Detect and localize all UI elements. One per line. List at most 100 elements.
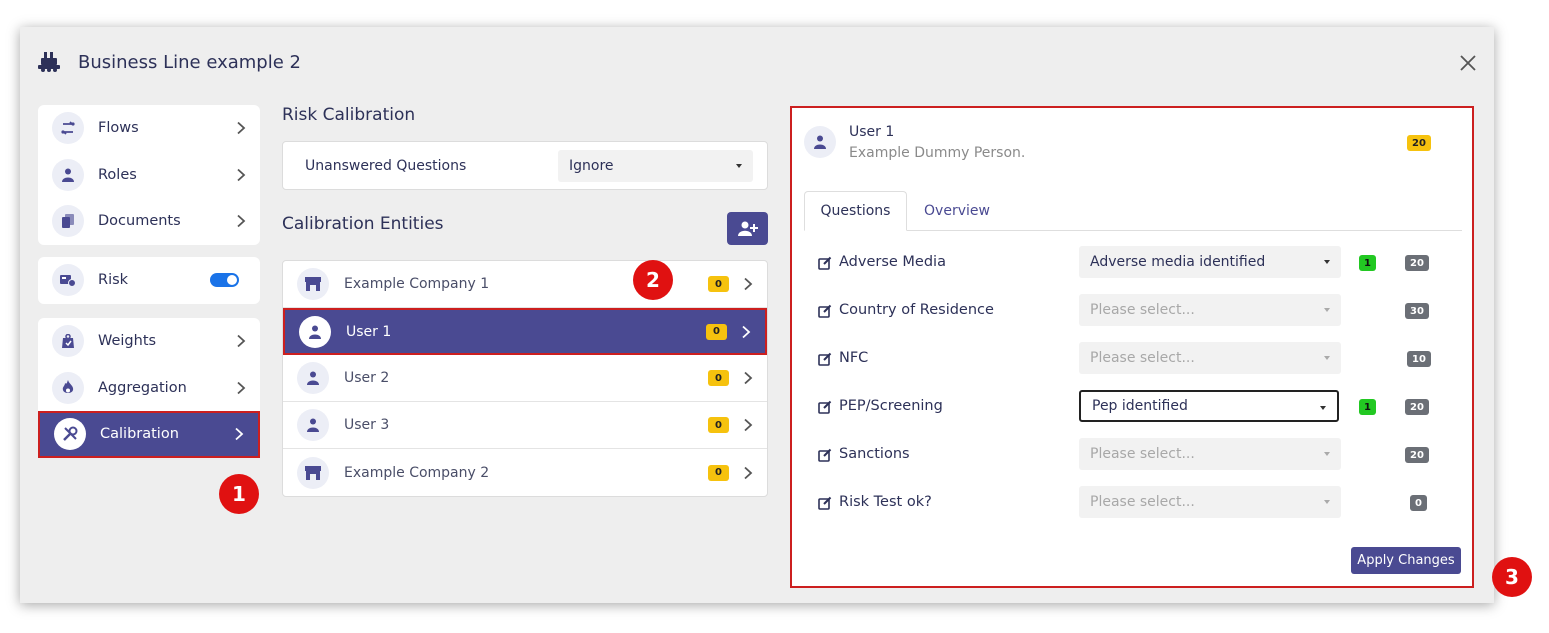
entity-row-user-1[interactable]: User 1 0 bbox=[283, 308, 767, 355]
question-answer-select[interactable]: Please select... bbox=[1079, 486, 1341, 518]
nav-label-calibration: Calibration bbox=[100, 426, 179, 443]
entity-name: Example Company 1 bbox=[344, 276, 490, 292]
edit-icon[interactable] bbox=[818, 400, 832, 414]
chevron-right-icon bbox=[744, 418, 753, 432]
nav-item-flows[interactable]: Flows bbox=[38, 105, 260, 152]
risk-toggle[interactable] bbox=[210, 273, 239, 288]
question-row-risk-test: Risk Test ok? Please select... 0 bbox=[818, 485, 1458, 521]
chevron-right-icon bbox=[744, 277, 753, 291]
chevron-right-icon bbox=[237, 335, 246, 348]
question-answer-placeholder: Please select... bbox=[1090, 350, 1195, 366]
nav-item-roles[interactable]: Roles bbox=[38, 152, 260, 199]
question-row-nfc: NFC Please select... 10 bbox=[818, 341, 1458, 377]
user-icon bbox=[299, 315, 331, 348]
nav-item-weights[interactable]: Weights bbox=[38, 318, 260, 365]
edit-icon[interactable] bbox=[818, 352, 832, 366]
entity-score-badge: 0 bbox=[708, 276, 729, 292]
question-answer-select[interactable]: Please select... bbox=[1079, 294, 1341, 326]
user-icon bbox=[297, 362, 329, 394]
entity-detail-name: User 1 bbox=[849, 124, 895, 140]
question-label: Adverse Media bbox=[839, 254, 946, 270]
question-answer-placeholder: Please select... bbox=[1090, 446, 1195, 462]
nav-label-weights: Weights bbox=[98, 333, 157, 350]
calibration-icon bbox=[54, 418, 86, 451]
question-label: NFC bbox=[839, 350, 869, 366]
question-points-badge: 20 bbox=[1405, 399, 1429, 415]
caret-down-icon bbox=[1324, 356, 1330, 360]
edit-icon[interactable] bbox=[818, 304, 832, 318]
question-points-badge: 0 bbox=[1410, 495, 1427, 511]
caret-down-icon bbox=[1320, 406, 1326, 410]
chevron-right-icon bbox=[237, 168, 246, 181]
user-icon bbox=[804, 126, 836, 158]
question-answer-select[interactable]: Please select... bbox=[1079, 342, 1341, 374]
entity-name: Example Company 2 bbox=[344, 464, 490, 481]
flows-icon bbox=[52, 112, 84, 145]
entity-name: User 2 bbox=[344, 370, 390, 386]
business-line-icon bbox=[38, 51, 60, 73]
caret-down-icon bbox=[1324, 260, 1330, 264]
weights-icon bbox=[52, 325, 84, 358]
question-answer-value: Adverse media identified bbox=[1090, 254, 1266, 270]
risk-icon bbox=[52, 264, 84, 297]
entity-row-example-company-2[interactable]: Example Company 2 0 bbox=[283, 449, 767, 496]
add-entity-button[interactable] bbox=[727, 212, 768, 245]
question-points-badge: 20 bbox=[1405, 255, 1429, 271]
question-answer-placeholder: Please select... bbox=[1090, 302, 1195, 318]
question-points-badge: 20 bbox=[1405, 447, 1429, 463]
question-answer-select[interactable]: Pep identified bbox=[1079, 390, 1339, 422]
chevron-right-icon bbox=[742, 325, 751, 338]
close-icon[interactable] bbox=[1458, 53, 1478, 73]
aggregation-icon bbox=[52, 371, 84, 404]
detail-tabs: Questions Overview bbox=[804, 191, 1462, 231]
question-answer-select[interactable]: Please select... bbox=[1079, 438, 1341, 470]
edit-icon[interactable] bbox=[818, 256, 832, 270]
entity-total-score-badge: 20 bbox=[1407, 135, 1431, 151]
unanswered-questions-select[interactable]: Ignore bbox=[558, 150, 753, 182]
nav-label-aggregation: Aggregation bbox=[98, 379, 187, 396]
entity-row-example-company-1[interactable]: Example Company 1 0 bbox=[283, 261, 767, 308]
question-row-pep-screening: PEP/Screening Pep identified 1 20 bbox=[818, 389, 1458, 425]
edit-icon[interactable] bbox=[818, 448, 832, 462]
business-line-dialog: Business Line example 2 Flows Roles Docu… bbox=[20, 27, 1532, 603]
tab-overview[interactable]: Overview bbox=[907, 191, 1007, 231]
entity-name: User 3 bbox=[344, 417, 390, 433]
documents-icon bbox=[52, 205, 84, 238]
entity-row-user-3[interactable]: User 3 0 bbox=[283, 402, 767, 449]
entity-score-badge: 0 bbox=[708, 417, 729, 433]
question-label: PEP/Screening bbox=[839, 398, 943, 414]
tab-questions[interactable]: Questions bbox=[804, 191, 907, 231]
question-count-badge: 1 bbox=[1359, 255, 1376, 271]
nav-item-documents[interactable]: Documents bbox=[38, 198, 260, 245]
unanswered-questions-value: Ignore bbox=[569, 158, 614, 174]
company-icon bbox=[297, 456, 329, 489]
question-answer-value: Pep identified bbox=[1092, 398, 1188, 414]
step-marker-1: 1 bbox=[219, 474, 259, 514]
question-points-badge: 30 bbox=[1405, 303, 1429, 319]
unanswered-questions-card: Unanswered Questions Ignore bbox=[282, 141, 768, 190]
question-label: Risk Test ok? bbox=[839, 494, 932, 510]
nav-group-scoring: Weights Aggregation Calibration bbox=[38, 318, 260, 458]
entity-name: User 1 bbox=[346, 323, 392, 340]
nav-item-calibration[interactable]: Calibration bbox=[38, 411, 260, 458]
chevron-right-icon bbox=[744, 466, 753, 479]
user-icon bbox=[297, 409, 329, 441]
nav-item-risk[interactable]: Risk bbox=[38, 257, 260, 304]
question-row-country-of-residence: Country of Residence Please select... 30 bbox=[818, 293, 1458, 329]
apply-changes-button[interactable]: Apply Changes bbox=[1351, 547, 1461, 574]
unanswered-questions-label: Unanswered Questions bbox=[305, 158, 467, 174]
question-row-adverse-media: Adverse Media Adverse media identified 1… bbox=[818, 245, 1458, 281]
question-answer-placeholder: Please select... bbox=[1090, 494, 1195, 510]
question-answer-select[interactable]: Adverse media identified bbox=[1079, 246, 1341, 278]
entity-score-badge: 0 bbox=[708, 370, 729, 386]
chevron-right-icon bbox=[744, 371, 753, 385]
question-points-badge: 10 bbox=[1407, 351, 1431, 367]
edit-icon[interactable] bbox=[818, 496, 832, 510]
entity-row-user-2[interactable]: User 2 0 bbox=[283, 355, 767, 402]
risk-calibration-title: Risk Calibration bbox=[282, 105, 416, 125]
dialog-header: Business Line example 2 bbox=[38, 51, 301, 73]
nav-item-aggregation[interactable]: Aggregation bbox=[38, 365, 260, 412]
step-marker-2: 2 bbox=[633, 260, 673, 300]
question-count-badge: 1 bbox=[1359, 399, 1376, 415]
nav-label-risk: Risk bbox=[98, 272, 129, 289]
